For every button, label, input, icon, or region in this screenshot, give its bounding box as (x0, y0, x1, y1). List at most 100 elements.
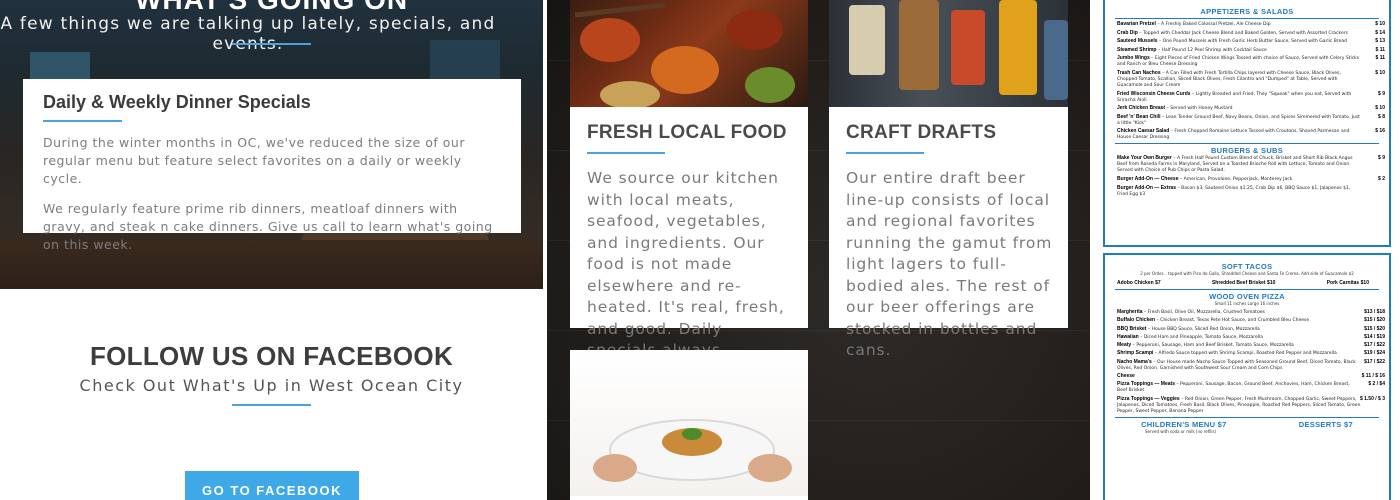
heading-divider (43, 120, 122, 122)
tile-body: Our entire draft beer line-up consists o… (846, 169, 1053, 359)
menu-item: Chicken Caesar Salad – Fresh Chopped Rom… (1117, 128, 1385, 141)
menu-item: Pizza Toppings — Veggies – Red Onion, Gr… (1117, 395, 1385, 414)
spice-bowl (651, 46, 719, 94)
tile-text: CRAFT DRAFTS Our entire draft beer line-… (846, 122, 1056, 362)
menu-item-description: Our House made Nacho Sauce Topped with S… (1117, 359, 1356, 371)
menu-item: Steamed Shrimp – Half Pound 12 Peel Shri… (1117, 46, 1385, 53)
menu-item: Hawaiian – Diced Ham and Pineapple, Toma… (1117, 333, 1385, 340)
menu-item-name: Burger Add-On — Cheese (1117, 175, 1179, 182)
menu-item-price: $10 (1267, 280, 1276, 286)
menu-page-2: SOFT TACOS 2 per Order... topped with Pi… (1103, 253, 1391, 500)
appetizer-list: Bavarian Pretzel – A Freshly Baked Colos… (1105, 21, 1389, 141)
tap-handles-illustration (849, 0, 1068, 100)
menu-item-price: $13 / $18 (1364, 309, 1385, 315)
spices-image (570, 0, 808, 107)
menu-item: Buffalo Chicken – Chicken Breast, Texas … (1117, 317, 1385, 324)
menu-item-price: $ 1.50 / $ 3 (1359, 395, 1385, 402)
menu-divider (1115, 416, 1379, 418)
menu-item: Cheese $ 11 / $ 16 (1105, 373, 1389, 380)
menu-item: Meaty – Pepperoni, Sausage, Ham and Beef… (1117, 342, 1385, 349)
menu-item-price: $ 11 (1375, 46, 1385, 53)
follow-subtitle: Check Out What's Up in West Ocean City (79, 376, 464, 395)
menu-item: Beef 'n' Bean Chili – Lean Tender Ground… (1117, 113, 1385, 126)
menu-section: APPETIZERS & SALADS Bavarian Pretzel – A… (1090, 0, 1400, 500)
menu-item-description: House BBQ Sauce, Sliced Red Onion, Mozza… (1151, 326, 1260, 332)
menu-item-name: BBQ Brisket (1117, 325, 1147, 332)
menu-item-description: One Pound Mussels with Fresh Garlic Herb… (1162, 39, 1347, 45)
plated-dish-illustration (593, 419, 792, 482)
menu-item-price: $ 2 (1378, 175, 1385, 182)
tap-handle (1044, 20, 1068, 100)
tap-handle (951, 10, 985, 85)
menu-item: Margherita – Fresh Basil, Olive Oil, Moz… (1117, 309, 1385, 315)
menu-item-name: Margherita (1117, 309, 1143, 315)
menu-item-name: Shrimp Scampi (1117, 350, 1154, 357)
menu-item: Jumbo Wings – Eight Pieces of Fried Chic… (1117, 55, 1385, 68)
menu-item-price: $19 / $24 (1364, 350, 1385, 357)
follow-title: FOLLOW US ON FACEBOOK (89, 341, 454, 371)
menu-note: Served with soda or milk (no refills) (1145, 428, 1217, 434)
menu-item-name: Shredded Beef Brisket (1211, 280, 1266, 286)
spice-bowl (600, 81, 660, 107)
hero-background: WHAT'S GOING ON A few things we are talk… (0, 0, 543, 289)
menu-item-price: $ 16 (1375, 128, 1385, 135)
page: WHAT'S GOING ON A few things we are talk… (0, 0, 1400, 500)
taco-row: Adobo Chicken $7 Shredded Beef Brisket $1… (1105, 280, 1389, 287)
whats-going-on-section: WHAT'S GOING ON A few things we are talk… (0, 0, 543, 500)
follow-section: FOLLOW US ON FACEBOOK Check Out What's U… (0, 289, 543, 500)
menu-item-price: $ 2 / $4 (1368, 381, 1385, 388)
tap-handles-image (829, 0, 1068, 107)
title-divider (232, 404, 311, 406)
menu-item-price: $ 14 (1375, 29, 1385, 36)
menu-item: Bavarian Pretzel – A Freshly Baked Colos… (1117, 21, 1385, 27)
hand (593, 454, 637, 482)
menu-item-price: $ 11 / $ 16 (1361, 373, 1385, 380)
menu-item: Trash Can Nachos – A Can Filled with Fre… (1117, 69, 1385, 88)
menu-item-description: Half Pound 12 Peel Shrimp with Cocktail … (1161, 47, 1267, 53)
cinnamon-stick (574, 2, 666, 18)
menu-item: BBQ Brisket – House BBQ Sauce, Sliced Re… (1117, 325, 1385, 332)
menu-item-name: Trash Can Nachos (1117, 69, 1161, 76)
menu-item-name: Make Your Own Burger (1117, 155, 1172, 162)
menu-item-description: Pepperoni, Sausage, Ham and Beef Brisket… (1136, 343, 1294, 349)
menu-item-price: $ 10 (1375, 69, 1385, 76)
menu-item-price: $ 11 (1375, 55, 1385, 62)
menu-item-price: $15 / $20 (1364, 317, 1385, 324)
tap-handle (849, 5, 885, 75)
menu-item-name: Pork Carnitas (1326, 280, 1360, 286)
menu-item-name: Steamed Shrimp (1117, 46, 1157, 53)
menu-item-name: Jerk Chicken Breast (1117, 105, 1166, 112)
menu-item: Sauteed Mussels – One Pound Mussels with… (1117, 38, 1385, 45)
menu-item: Burger Add-On — Extras – Bacon $3, Saute… (1117, 184, 1351, 197)
tap-handle (999, 0, 1037, 95)
menu-item-price: $17 / $22 (1364, 342, 1385, 349)
menu-divider (1115, 18, 1379, 19)
plated-dish-image (570, 350, 808, 496)
menu-item-price: $ 10 (1375, 21, 1385, 27)
menu-item: Pizza Toppings — Meats – Pepperoni, Saus… (1117, 381, 1385, 394)
menu-item-price: $ 8 (1378, 113, 1385, 120)
menu-item-price: $14 / $19 (1364, 333, 1385, 340)
menu-item-description: Fresh Basil, Olive Oil, Mozzarella, Crus… (1147, 310, 1265, 315)
go-to-facebook-button[interactable]: GO TO FACEBOOK (185, 471, 359, 500)
burger-list: Make Your Own Burger – A Fresh Half Poun… (1105, 155, 1389, 197)
menu-item-description: A Freshly Baked Colossal Pretzel, Ale Ch… (1161, 22, 1271, 27)
spice-bowl (580, 18, 640, 62)
tap-handle (899, 0, 939, 90)
menu-item-description: Alfredo Sauce topped with Shrimp Scampi,… (1158, 351, 1337, 357)
menu-item-name: Fried Wisconsin Cheese Curds (1117, 90, 1191, 97)
menu-page-1: APPETIZERS & SALADS Bavarian Pretzel – A… (1103, 0, 1391, 247)
menu-section-title: CHILDREN'S MENU $7 (1141, 419, 1227, 429)
menu-item-name: Meaty (1117, 342, 1132, 349)
features-section: FRESH LOCAL FOOD We source our kitchen w… (547, 0, 1090, 500)
spices-illustration (574, 2, 795, 107)
hand (748, 454, 792, 482)
taco-item: Shredded Beef Brisket $10 (1212, 280, 1275, 287)
menu-item-name: Pizza Toppings — Veggies (1117, 395, 1180, 402)
menu-note: Small 11 inches Large 16 inches (1214, 301, 1280, 306)
specials-paragraph: We regularly feature prime rib dinners, … (43, 201, 493, 252)
hero-subtitle: A few things we are talking up lately, s… (0, 14, 496, 54)
menu-item-price: $ 9 (1378, 90, 1385, 97)
heading-divider (587, 152, 665, 154)
menu-section-title: DESSERTS $7 (1298, 419, 1353, 429)
